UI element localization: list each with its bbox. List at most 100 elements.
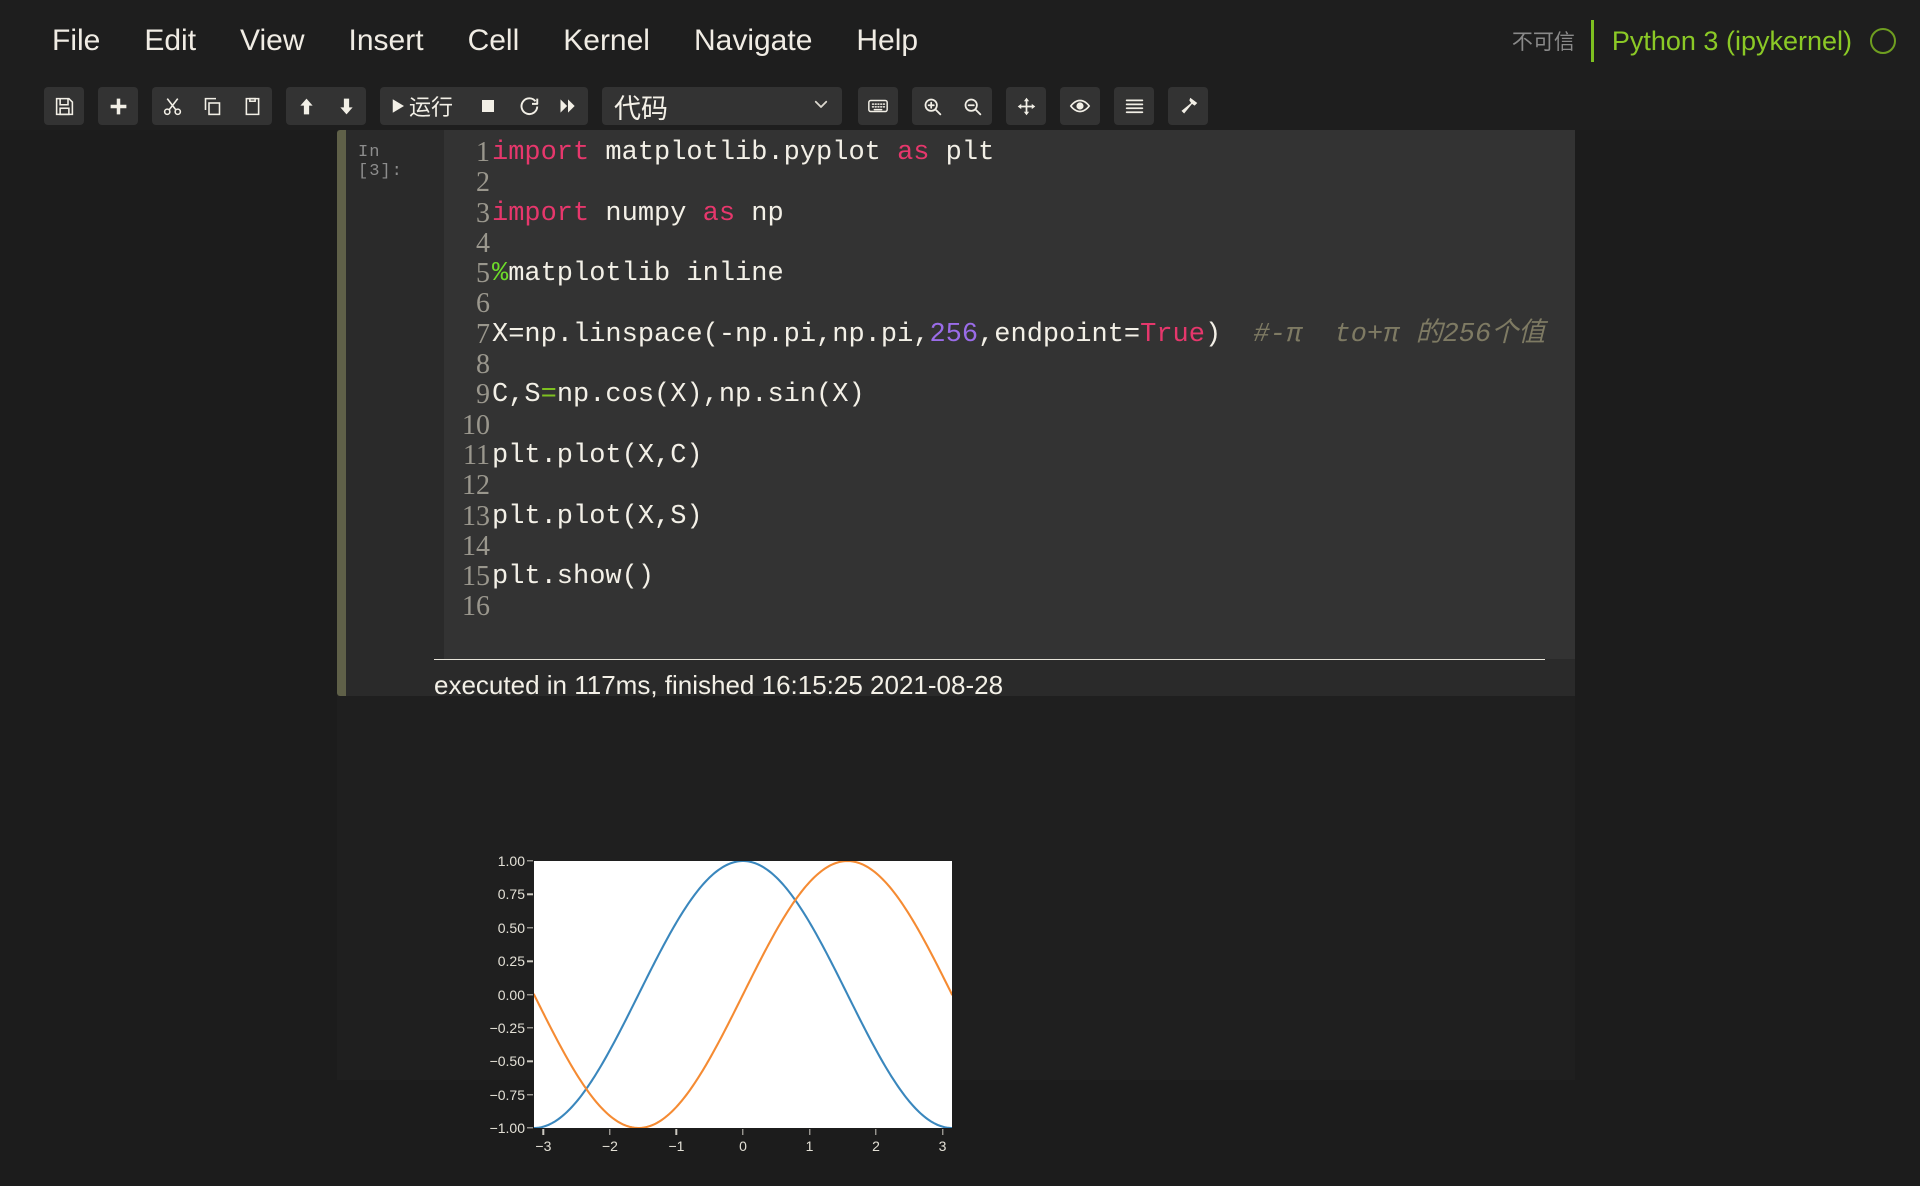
- toolbar-group-move: [286, 87, 366, 125]
- move-down-icon: [336, 96, 357, 117]
- kernel-divider: [1590, 20, 1594, 62]
- line-number: 4: [476, 227, 490, 259]
- line-number: 16: [462, 591, 490, 623]
- line-number: 3: [476, 197, 490, 229]
- run-cell-button[interactable]: 运行: [380, 87, 468, 125]
- line-number: 2: [476, 167, 490, 199]
- matplotlib-figure: 1.00 0.75 0.50 0.25 0.00 −0.25 −0.50 −0.75 −1.00…: [449, 853, 977, 1186]
- plot-line-sin: [534, 861, 952, 1128]
- toggle-visibility-button[interactable]: [1060, 87, 1100, 125]
- code-editor[interactable]: 1 2 3 4 5 6 7 8 9 10 11 12 13 14 15 16 import matplotli…: [444, 130, 1575, 659]
- toolbar-group-add: [98, 87, 138, 125]
- zoom-in-icon: [922, 96, 943, 117]
- y-axis-tick-mark: [527, 860, 533, 862]
- add-cell-icon: [108, 96, 129, 117]
- menu-view[interactable]: View: [222, 18, 322, 64]
- code-line: C,S=np.cos(X),np.sin(X): [492, 380, 1545, 410]
- x-axis-tick-mark: [609, 1129, 611, 1135]
- code-token: import: [492, 198, 590, 229]
- y-axis-tick-label: −0.25: [489, 1019, 525, 1036]
- line-number: 6: [476, 288, 490, 320]
- save-icon: [54, 96, 75, 117]
- notebook-body: In [3]: 1 2 3 4 5 6 7 8 9 10 11 12 13 14 15 16 import m…: [337, 130, 1575, 1154]
- trust-status-label[interactable]: 不可信: [1512, 26, 1591, 56]
- move-icon: [1016, 96, 1037, 117]
- cut-button[interactable]: [152, 87, 192, 125]
- plot-axes: 1.00 0.75 0.50 0.25 0.00 −0.25 −0.50 −0.75 −1.00…: [490, 853, 952, 1154]
- kernel-name-label[interactable]: Python 3 (ipykernel): [1612, 26, 1852, 57]
- toolbar-group-keyboard: [858, 87, 899, 125]
- x-axis-tick-label: −3: [535, 1138, 552, 1154]
- zoom-out-icon: [962, 96, 983, 117]
- move-cell-down-button[interactable]: [326, 87, 366, 125]
- code-token: plt: [929, 138, 995, 168]
- x-axis-tick-label: 3: [938, 1138, 947, 1154]
- x-axis-tick-label: −2: [601, 1138, 618, 1154]
- copy-button[interactable]: [192, 87, 232, 125]
- code-token: True: [1140, 319, 1205, 350]
- line-number: 9: [476, 379, 490, 411]
- add-cell-button[interactable]: [98, 87, 138, 125]
- move-up-icon: [296, 96, 317, 117]
- menu-file[interactable]: File: [34, 18, 118, 64]
- restart-kernel-button[interactable]: [508, 87, 548, 125]
- stop-kernel-button[interactable]: [468, 87, 508, 125]
- zoom-in-button[interactable]: [912, 87, 952, 125]
- y-axis-tick-label: −1.00: [489, 1120, 525, 1136]
- code-token: ,endpoint=: [978, 319, 1141, 350]
- code-token: X=np.linspace(-np.pi,np.pi,: [492, 319, 930, 350]
- table-of-contents-button[interactable]: [1114, 87, 1154, 125]
- y-axis-tick-label: 0.00: [497, 986, 525, 1003]
- code-token: %: [492, 259, 509, 290]
- y-axis-tick-label: 0.75: [497, 886, 525, 903]
- paste-button[interactable]: [232, 87, 272, 125]
- line-number: 1: [476, 137, 490, 168]
- toolbar-group-save: [44, 87, 84, 125]
- x-axis-tick-mark: [542, 1129, 545, 1135]
- menu-navigate[interactable]: Navigate: [676, 18, 830, 64]
- x-axis-tick-mark: [875, 1129, 877, 1135]
- list-icon: [1124, 96, 1145, 117]
- code-cell[interactable]: In [3]: 1 2 3 4 5 6 7 8 9 10 11 12 13 14 15 16 import m…: [337, 130, 1575, 700]
- code-line: plt.plot(X,S): [492, 502, 1545, 532]
- code-text[interactable]: import matplotlib.pyplot as plt import n…: [492, 138, 1545, 623]
- y-axis-tick-mark: [527, 960, 533, 962]
- save-button[interactable]: [44, 87, 84, 125]
- line-number-gutter: 1 2 3 4 5 6 7 8 9 10 11 12 13 14 15 16: [444, 137, 490, 623]
- line-number: 12: [462, 470, 490, 502]
- nbextensions-button[interactable]: [1168, 87, 1208, 125]
- menu-cell[interactable]: Cell: [450, 18, 538, 64]
- restart-icon: [518, 96, 539, 117]
- paste-icon: [242, 96, 263, 117]
- move-cell-up-button[interactable]: [286, 87, 326, 125]
- line-number: 8: [476, 349, 490, 381]
- zoom-out-button[interactable]: [952, 87, 992, 125]
- toolbar-group-run: 运行: [380, 87, 589, 125]
- code-line: import matplotlib.pyplot as plt: [492, 138, 1545, 168]
- line-number: 10: [462, 409, 490, 441]
- toolbar-group-tools: [1168, 87, 1209, 125]
- code-token: 256: [929, 319, 979, 350]
- run-icon: [389, 97, 407, 115]
- menu-help[interactable]: Help: [838, 18, 936, 64]
- code-line: plt.show(): [492, 562, 1545, 592]
- stop-icon: [479, 97, 497, 115]
- menu-kernel[interactable]: Kernel: [545, 18, 668, 64]
- menu-insert[interactable]: Insert: [331, 18, 442, 64]
- cell-output-area: 1.00 0.75 0.50 0.25 0.00 −0.25 −0.50 −0.75 −1.00…: [337, 716, 1575, 1154]
- restart-run-all-button[interactable]: [548, 87, 588, 125]
- move-tool-button[interactable]: [1006, 87, 1046, 125]
- code-token: #-π to+π 的256个值: [1221, 319, 1546, 350]
- menu-edit[interactable]: Edit: [126, 18, 214, 64]
- code-token: matplotlib inline: [508, 259, 784, 290]
- toolbar-group-zoom: [912, 87, 993, 125]
- x-axis-tick-label: 1: [805, 1138, 814, 1154]
- code-token: plt.plot(X,S): [492, 501, 703, 532]
- command-palette-button[interactable]: [858, 87, 898, 125]
- cell-type-select[interactable]: 代码: [602, 87, 843, 125]
- line-number: 15: [462, 561, 490, 593]
